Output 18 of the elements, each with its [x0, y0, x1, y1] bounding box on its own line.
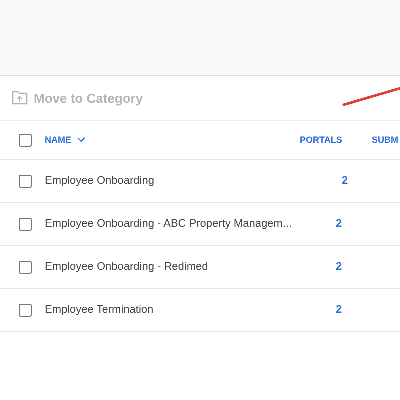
table-cell: Employee Termination: [45, 304, 154, 316]
row-checkbox[interactable]: [19, 260, 32, 274]
name-column-header[interactable]: NAME: [45, 135, 86, 145]
portals-count-link[interactable]: 2: [336, 261, 342, 273]
column-header[interactable]: SUBM: [372, 135, 398, 145]
table-cell: Employee Onboarding: [45, 175, 154, 187]
row-checkbox[interactable]: [19, 304, 32, 316]
table-cell: Employee Onboarding - Redimed: [45, 261, 208, 273]
portals-count-link[interactable]: 2: [336, 304, 342, 316]
row-checkbox[interactable]: [19, 174, 32, 188]
select-all-checkbox[interactable]: [19, 134, 32, 146]
caret-icon: [76, 137, 86, 143]
row-checkbox[interactable]: [19, 218, 32, 230]
portals-count-link[interactable]: 2: [336, 218, 342, 230]
column-header[interactable]: PORTALS: [300, 135, 342, 145]
folder-plus-icon: [12, 91, 28, 105]
table-cell: Employee Onboarding - ABC Property Managem...: [45, 218, 292, 230]
portals-count-link[interactable]: 2: [342, 175, 348, 187]
